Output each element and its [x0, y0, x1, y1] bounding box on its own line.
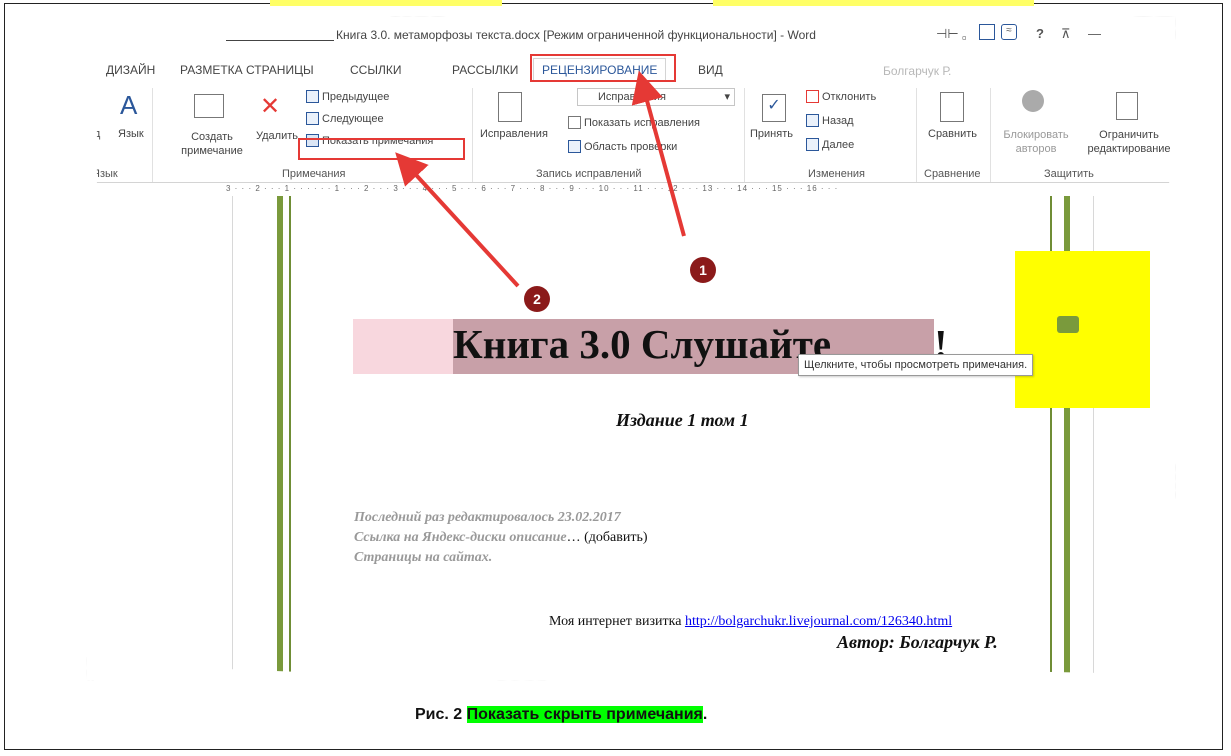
figure-caption: Рис. 2 Показать скрыть примечания.: [415, 706, 707, 724]
top-highlight-right: [713, 0, 1034, 6]
caption-prefix: Рис. 2: [415, 706, 463, 723]
annotation-arrows: [395, 70, 686, 288]
caption-highlight: Показать скрыть примечания: [466, 706, 703, 723]
arrow-to-review-tab: [631, 70, 686, 237]
word-screenshot: Книга 3.0. метаморфозы текста.docx [Режи…: [86, 16, 1176, 681]
top-highlight-left: [270, 0, 502, 6]
caption-suffix: .: [702, 706, 708, 723]
arrow-to-show-comments: [395, 152, 520, 288]
